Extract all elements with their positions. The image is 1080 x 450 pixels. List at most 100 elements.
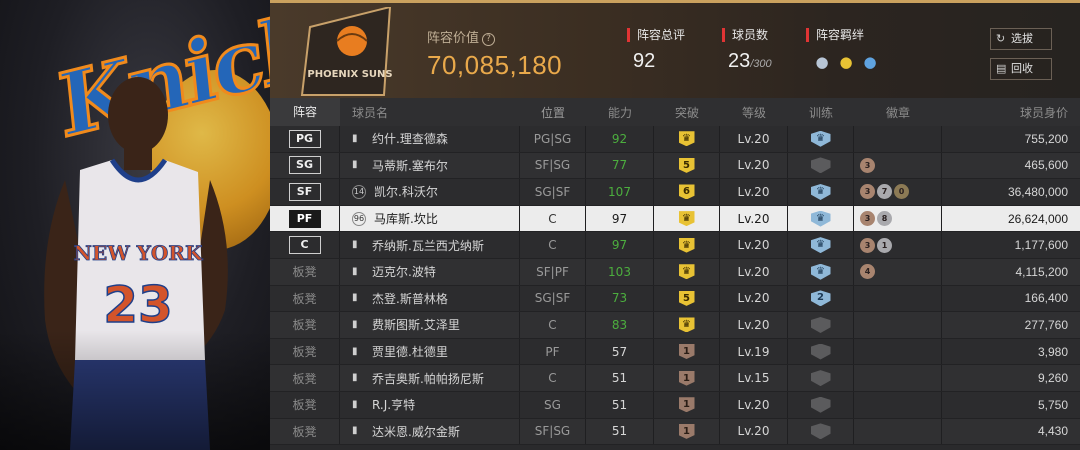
badge-icon[interactable]: 3 (860, 157, 875, 173)
table-row[interactable]: 板凳 ▮ 乔吉奥斯.帕帕扬尼斯 C 51 1 Lv.15 9,260 (270, 365, 1080, 392)
player-name: 杰登.斯普林格 (372, 291, 448, 306)
col-header-price[interactable]: 球员身价 (942, 98, 1080, 126)
training-icon[interactable] (810, 316, 831, 333)
col-header-ability[interactable]: 能力 (586, 98, 654, 126)
player-level: Lv.20 (720, 285, 788, 312)
signal-icon: ▮ (352, 132, 358, 144)
signal-icon: ▮ (352, 372, 358, 384)
help-icon[interactable]: ? (482, 33, 496, 46)
player-name: 马蒂斯.塞布尔 (372, 158, 448, 173)
breakthrough-icon[interactable]: 5 (678, 157, 695, 173)
col-header-name[interactable]: 球员名 (340, 98, 520, 126)
overall-rating-stat: 阵容总评 92 (627, 28, 685, 73)
bond-icon[interactable]: ● (812, 53, 832, 71)
breakthrough-icon[interactable]: 5 (678, 290, 695, 306)
select-button[interactable]: ↻ 选拔 (990, 28, 1052, 50)
badge-icon[interactable]: 0 (894, 184, 909, 200)
player-level: Lv.20 (720, 232, 788, 258)
bench-label: 板凳 (292, 398, 317, 413)
breakthrough-icon[interactable]: 1 (678, 370, 695, 386)
table-row[interactable]: SF 14 凯尔.科沃尔 SG|SF 107 6 Lv.20 ♛ 370 36,4… (270, 179, 1080, 206)
badge-icon[interactable]: 3 (860, 211, 875, 227)
table-row[interactable]: 板凳 ▮ 达米恩.威尔金斯 SF|SG 51 1 Lv.20 4,430 (270, 418, 1080, 446)
lineup-slot-tag: PF (288, 209, 321, 228)
training-icon[interactable]: ♛ (810, 210, 831, 227)
player-position: C (520, 312, 586, 338)
table-row[interactable]: 板凳 ▮ 费斯图斯.艾泽里 C 83 ♛ Lv.20 277,760 (270, 312, 1080, 339)
breakthrough-icon[interactable]: ♛ (678, 131, 695, 147)
table-row[interactable]: 板凳 ▮ 杰登.斯普林格 SG|SF 73 5 Lv.20 2 166,400 (270, 285, 1080, 313)
bond-icon[interactable]: ● (860, 53, 880, 71)
training-icon[interactable] (810, 423, 831, 440)
table-row[interactable]: 板凳 ▮ R.J.亨特 SG 51 1 Lv.20 5,750 (270, 391, 1080, 419)
training-icon[interactable] (810, 343, 831, 360)
training-icon[interactable]: ♛ (810, 130, 831, 147)
breakthrough-icon[interactable]: ♛ (678, 211, 695, 227)
jersey-team-text: NEW YORK (74, 241, 203, 265)
breakthrough-icon[interactable]: 1 (678, 344, 695, 360)
col-header-roster[interactable]: 阵容 (270, 98, 340, 126)
col-header-training[interactable]: 训练 (788, 98, 854, 126)
table-row[interactable]: 板凳 ▮ 贾里德.杜德里 PF 57 1 Lv.19 3,980 (270, 338, 1080, 366)
badge-icon[interactable]: 3 (860, 184, 875, 200)
col-header-position[interactable]: 位置 (520, 98, 586, 126)
player-level: Lv.20 (720, 205, 788, 232)
player-price: 465,600 (1024, 158, 1068, 173)
player-position: SG|SF (520, 179, 586, 205)
team-logo: PHOENIX SUNS (300, 7, 393, 96)
badge-icon[interactable]: 8 (877, 211, 892, 227)
bench-label: 板凳 (292, 371, 317, 386)
training-icon[interactable] (810, 370, 831, 387)
player-price: 26,624,000 (1007, 211, 1068, 226)
player-level: Lv.20 (720, 258, 788, 285)
player-position: C (520, 365, 586, 391)
player-ability: 73 (586, 285, 654, 312)
breakthrough-icon[interactable]: ♛ (678, 317, 695, 333)
player-level: Lv.20 (720, 179, 788, 205)
table-header: 阵容 球员名 位置 能力 突破 等级 训练 徽章 球员身价 (270, 98, 1080, 126)
training-icon[interactable] (810, 157, 831, 174)
signal-icon: ▮ (352, 345, 358, 357)
player-name: 约什.理查德森 (372, 132, 448, 147)
player-ability: 92 (586, 126, 654, 152)
col-header-badges[interactable]: 徽章 (854, 98, 942, 126)
breakthrough-icon[interactable]: 6 (678, 184, 695, 200)
bench-label: 板凳 (292, 318, 317, 333)
table-row[interactable]: SG ▮ 马蒂斯.塞布尔 SF|SG 77 5 Lv.20 3 465,600 (270, 152, 1080, 180)
player-level: Lv.20 (720, 418, 788, 445)
breakthrough-icon[interactable]: 1 (678, 423, 695, 439)
recycle-button[interactable]: ▤ 回收 (990, 58, 1052, 80)
badge-icon[interactable]: 3 (860, 237, 875, 253)
breakthrough-icon[interactable]: ♛ (678, 237, 695, 253)
training-icon[interactable]: ♛ (810, 263, 831, 280)
stat-label: 阵容总评 (627, 28, 685, 42)
player-price: 1,177,600 (1014, 238, 1068, 253)
training-icon[interactable]: 2 (810, 290, 831, 307)
refresh-icon: ↻ (996, 32, 1006, 45)
stat-max: /300 (750, 58, 772, 70)
training-icon[interactable]: ♛ (810, 183, 831, 200)
stat-value: 92 (633, 50, 656, 72)
table-row[interactable]: 板凳 ▮ 迈克尔.波特 SF|PF 103 ♛ Lv.20 ♛ 4 4,115,2… (270, 258, 1080, 286)
player-position: C (520, 232, 586, 258)
player-name: 乔纳斯.瓦兰西尤纳斯 (372, 238, 484, 253)
col-header-level[interactable]: 等级 (720, 98, 788, 126)
badge-icon[interactable]: 4 (860, 264, 875, 280)
breakthrough-icon[interactable]: 1 (678, 397, 695, 413)
table-row[interactable]: C ▮ 乔纳斯.瓦兰西尤纳斯 C 97 ♛ Lv.20 ♛ 31 1,177,60… (270, 232, 1080, 259)
bench-label: 板凳 (292, 291, 317, 306)
badge-icon[interactable]: 7 (877, 184, 892, 200)
table-row[interactable]: PF 96 马库斯.坎比 C 97 ♛ Lv.20 ♛ 38 26,624,000 (270, 205, 1080, 233)
breakthrough-icon[interactable]: ♛ (678, 264, 695, 280)
player-ability: 57 (586, 338, 654, 365)
bond-icon[interactable]: ● (836, 53, 856, 71)
signal-icon: ▮ (352, 265, 358, 277)
table-row[interactable]: PG ▮ 约什.理查德森 PG|SG 92 ♛ Lv.20 ♛ 755,200 (270, 126, 1080, 153)
bench-label: 板凳 (292, 265, 317, 280)
badge-icon[interactable]: 1 (877, 237, 892, 253)
col-header-breakthrough[interactable]: 突破 (654, 98, 720, 126)
training-icon[interactable] (810, 396, 831, 413)
player-name: 乔吉奥斯.帕帕扬尼斯 (372, 371, 484, 386)
training-icon[interactable]: ♛ (810, 237, 831, 254)
roster-table: 阵容 球员名 位置 能力 突破 等级 训练 徽章 球员身价 PG ▮ 约什.理查德… (270, 98, 1080, 450)
